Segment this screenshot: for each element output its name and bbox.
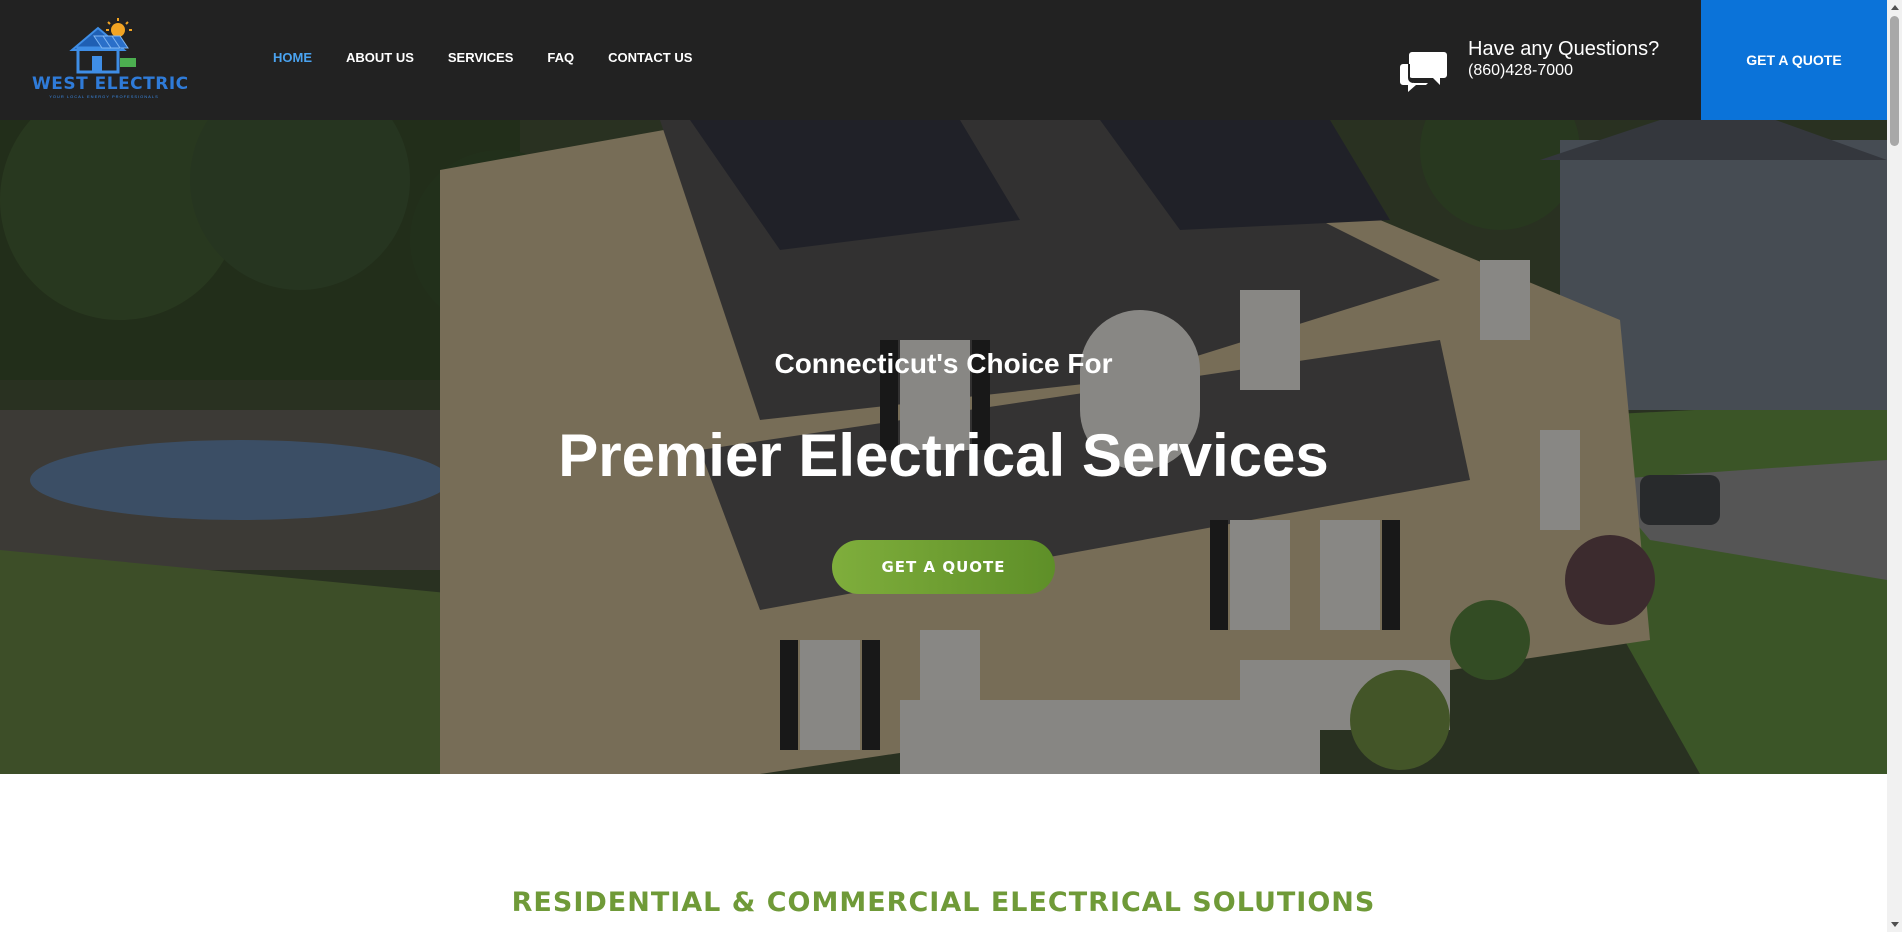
page-scrollbar[interactable] (1887, 0, 1902, 932)
hero-subtitle: Connecticut's Choice For (774, 348, 1113, 379)
logo-tagline: YOUR LOCAL ENERGY PROFESSIONALS (49, 94, 159, 99)
scroll-up-arrow-icon[interactable] (1891, 5, 1899, 10)
contact-question: Have any Questions? (1468, 38, 1660, 60)
hero-title: Premier Electrical Services (558, 422, 1329, 489)
nav-item-home[interactable]: HOME (273, 48, 312, 68)
header-contact: Have any Questions? (860)428-7000 (1400, 36, 1670, 94)
nav-item-contact-us[interactable]: CONTACT US (608, 48, 692, 68)
chat-bubbles-icon (1400, 52, 1447, 92)
hero-get-quote-button[interactable]: GET A QUOTE (832, 540, 1055, 594)
nav-item-about-us[interactable]: ABOUT US (346, 48, 414, 68)
services-section-title: RESIDENTIAL & COMMERCIAL ELECTRICAL SOLU… (511, 887, 1376, 918)
nav-item-faq[interactable]: FAQ (547, 48, 574, 68)
scrollbar-thumb[interactable] (1890, 16, 1899, 146)
scroll-down-arrow-icon[interactable] (1891, 922, 1899, 927)
logo-wordmark: WEST ELECTRIC (32, 74, 189, 94)
site-logo[interactable]: WEST ELECTRIC YOUR LOCAL ENERGY PROFESSI… (32, 18, 189, 102)
house-solar-logo-icon (69, 18, 136, 74)
nav-item-services[interactable]: SERVICES (448, 48, 514, 68)
hero-section: Connecticut's Choice For Premier Electri… (0, 120, 1887, 774)
header-get-quote-button[interactable]: GET A QUOTE (1701, 0, 1887, 120)
contact-phone[interactable]: (860)428-7000 (1468, 61, 1573, 81)
main-nav: HOME ABOUT US SERVICES FAQ CONTACT US (273, 48, 726, 68)
site-header: WEST ELECTRIC YOUR LOCAL ENERGY PROFESSI… (0, 0, 1887, 120)
